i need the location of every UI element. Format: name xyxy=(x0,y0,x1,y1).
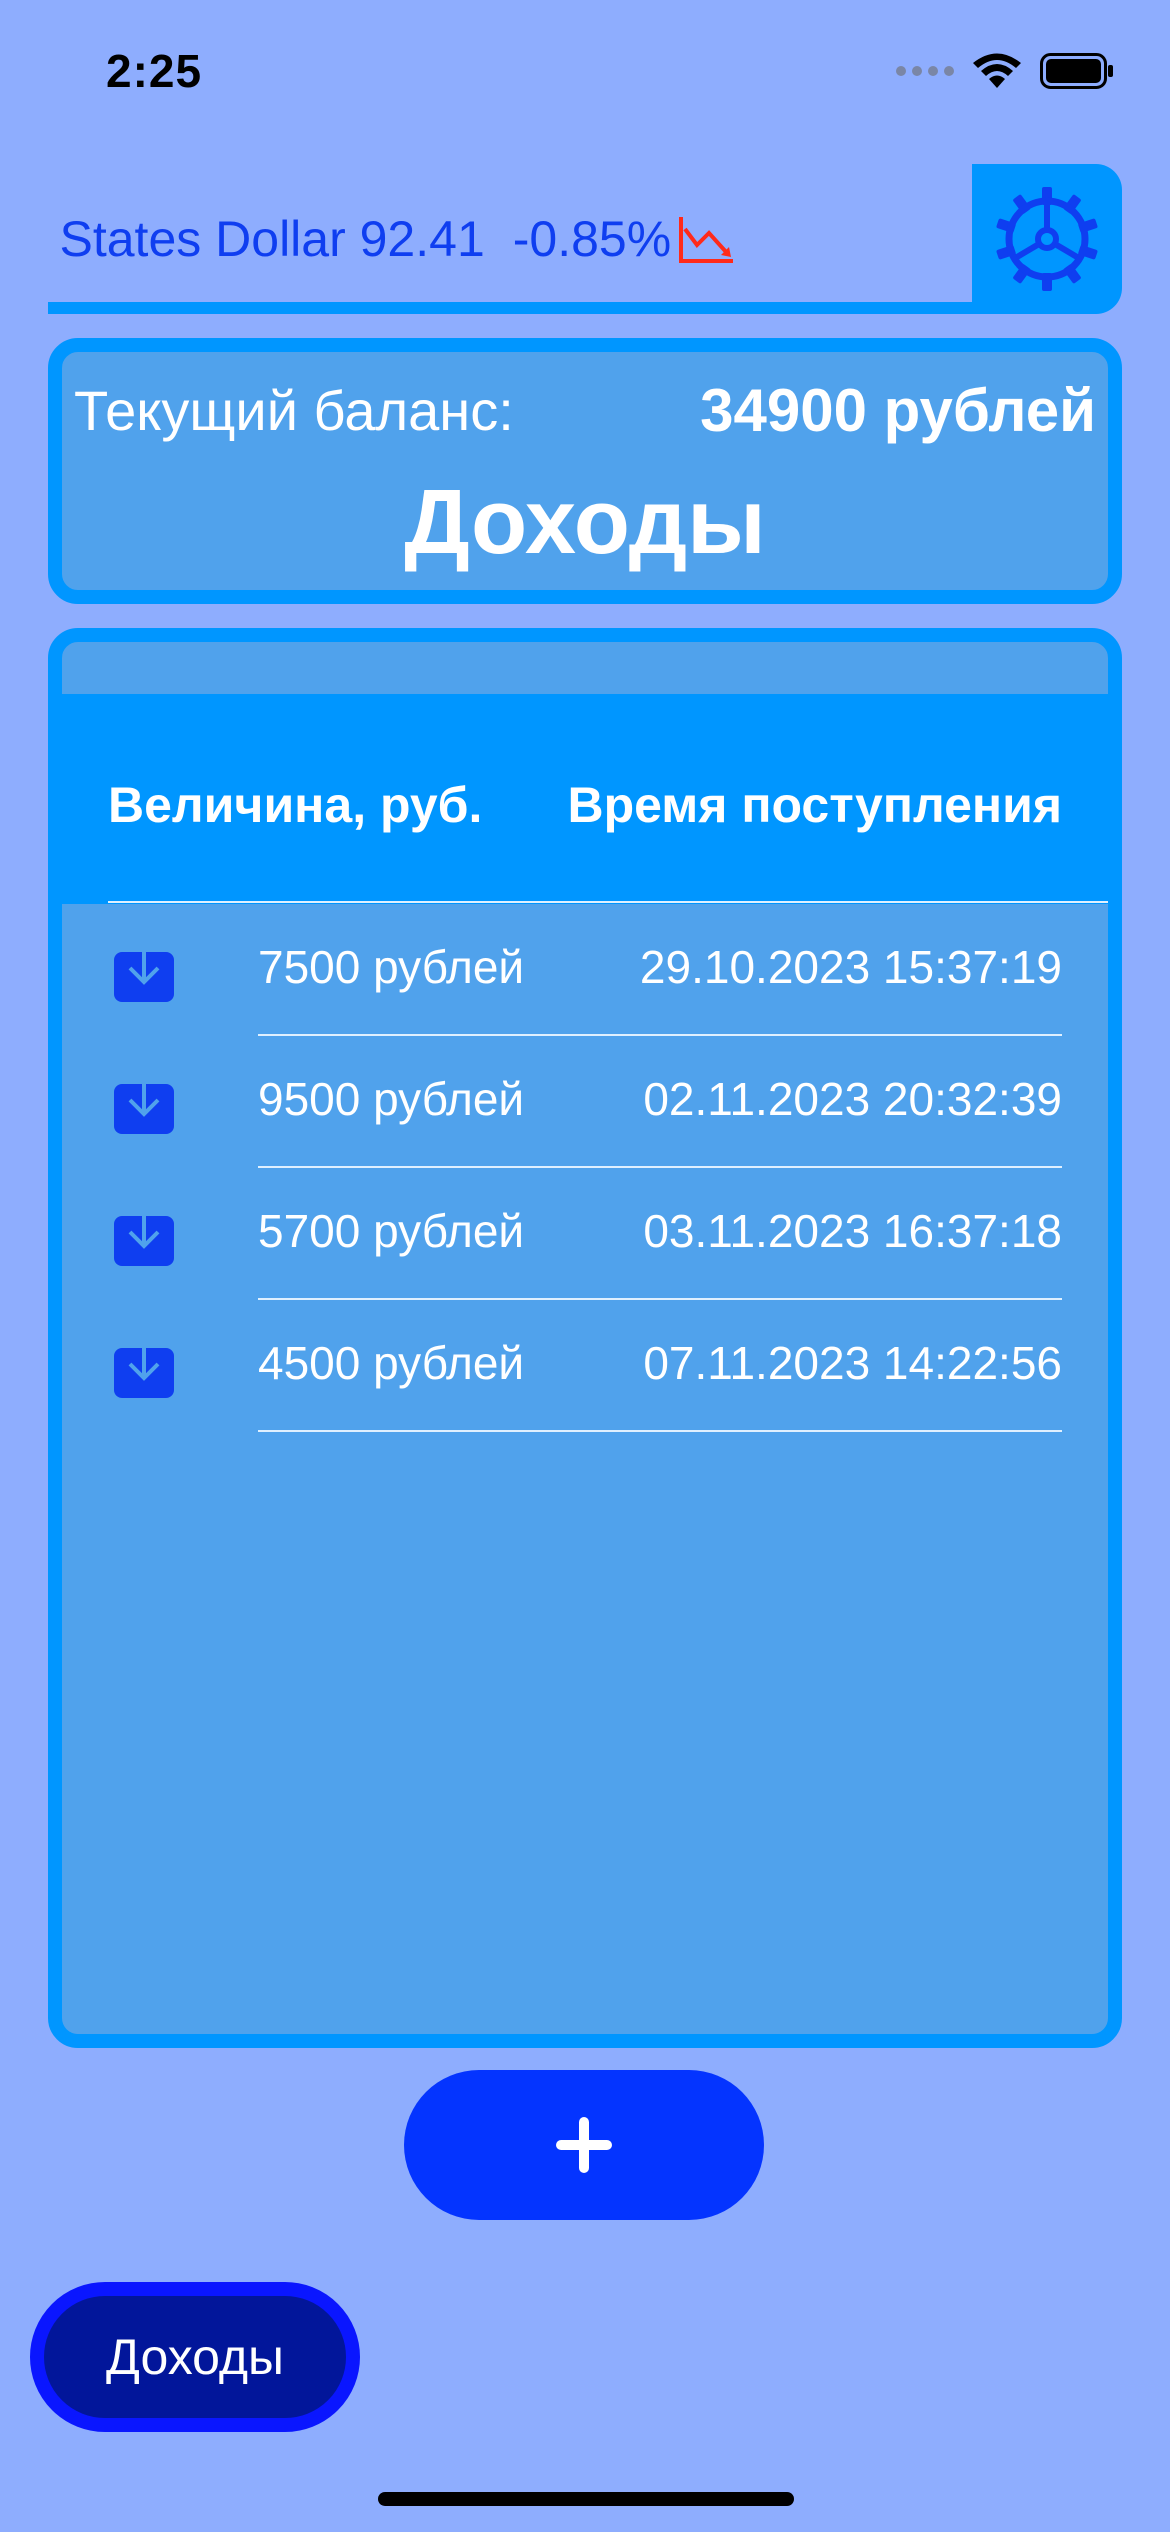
download-icon xyxy=(114,1202,174,1266)
balance-card: Текущий баланс: 34900 рублей Доходы xyxy=(48,338,1122,604)
ticker-change: -0.85% xyxy=(512,211,672,267)
row-amount: 9500 рублей xyxy=(258,1073,525,1125)
table-row[interactable]: 5700 рублей 03.11.2023 16:37:18 xyxy=(62,1168,1108,1300)
row-time: 29.10.2023 15:37:19 xyxy=(639,941,1062,993)
column-header-time: Время поступления xyxy=(567,777,1062,833)
currency-ticker: ed States Dollar 92.41 -0.85% xyxy=(48,164,974,314)
row-amount: 5700 рублей xyxy=(258,1205,525,1257)
wifi-icon xyxy=(973,53,1021,88)
row-time: 07.11.2023 14:22:56 xyxy=(643,1337,1062,1389)
ticker-content: ed States Dollar 92.41 -0.85% xyxy=(48,210,737,268)
gear-icon xyxy=(996,187,1098,291)
settings-button[interactable] xyxy=(972,164,1122,314)
cellular-signal-icon xyxy=(896,66,954,76)
download-icon xyxy=(114,938,174,1002)
add-income-button[interactable] xyxy=(404,2070,764,2220)
header-divider xyxy=(108,901,1108,903)
balance-label: Текущий баланс: xyxy=(74,379,514,442)
status-time: 2:25 xyxy=(106,45,203,97)
row-amount: 7500 рублей xyxy=(258,941,525,993)
income-table: Величина, руб. Время поступления 7500 ру… xyxy=(48,628,1122,2048)
row-amount: 4500 рублей xyxy=(258,1337,525,1389)
table-row[interactable]: 7500 рублей 29.10.2023 15:37:19 xyxy=(62,904,1108,1036)
row-time: 03.11.2023 16:37:18 xyxy=(643,1205,1062,1257)
download-icon xyxy=(114,1334,174,1398)
download-icon xyxy=(114,1070,174,1134)
status-icons xyxy=(896,52,1114,90)
table-header: Величина, руб. Время поступления xyxy=(62,694,1108,904)
home-indicator[interactable] xyxy=(378,2492,794,2506)
table-rows: 7500 рублей 29.10.2023 15:37:19 9500 руб… xyxy=(62,904,1108,1432)
table-row[interactable]: 4500 рублей 07.11.2023 14:22:56 xyxy=(62,1300,1108,1432)
row-divider xyxy=(258,1430,1062,1432)
section-title: Доходы xyxy=(404,471,766,573)
ticker-text: ed States Dollar 92.41 xyxy=(48,211,485,267)
plus-icon xyxy=(556,2117,612,2173)
row-time: 02.11.2023 20:32:39 xyxy=(643,1073,1062,1125)
column-header-amount: Величина, руб. xyxy=(108,777,483,833)
balance-value: 34900 рублей xyxy=(700,377,1096,444)
battery-icon xyxy=(1040,53,1113,89)
chart-down-icon xyxy=(679,217,734,263)
table-row[interactable]: 9500 рублей 02.11.2023 20:32:39 xyxy=(62,1036,1108,1168)
tab-income[interactable]: Доходы xyxy=(30,2282,360,2432)
